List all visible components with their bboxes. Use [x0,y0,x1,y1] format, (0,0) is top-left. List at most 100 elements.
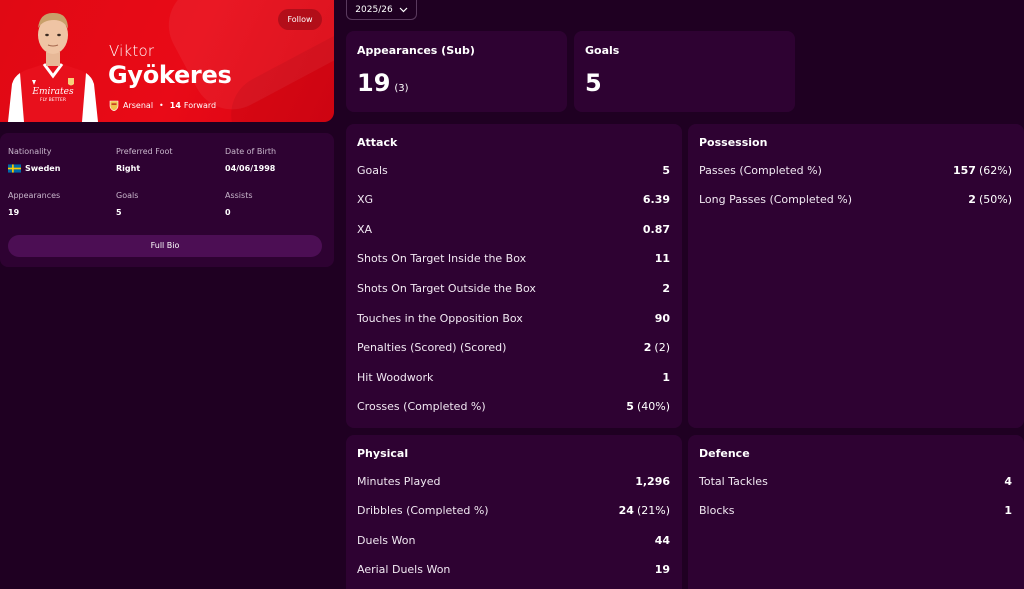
stat-value: 0.87 [643,223,670,236]
player-position: Forward [183,101,217,110]
club-name[interactable]: Arsenal [123,101,153,110]
attack-card: Attack Goals 5 XG 6.39 XA 0.87 Shots On Target… [346,124,682,428]
stat-value: 24 (21%) [619,504,670,517]
stat-name: Passes (Completed %) [699,163,822,177]
stat-name: Total Tackles [699,474,768,488]
attack-stat-row: Goals 5 [357,163,670,177]
stat-value: 90 [655,312,670,325]
attack-stat-row: Crosses (Completed %) 5 (40%) [357,400,670,414]
stat-value-main: 1 [1004,504,1012,518]
club-crest-icon [109,100,119,111]
bio-appearances: Appearances 19 [8,191,60,217]
physical-card: Physical Minutes Played 1,296 Dribbles (Co… [346,435,682,589]
separator-dot: • [159,101,164,110]
stat-name: XA [357,222,373,236]
stat-name: XG [357,193,374,207]
dob-label: Date of Birth [225,147,277,156]
stat-value-main: 6.39 [642,193,670,207]
player-hero: Emirates FLY BETTER Viktor Gyökeres Arse… [0,0,334,122]
stat-value-main: 2 [643,341,652,355]
stat-name: Goals [357,163,388,177]
defence-stat-row: Blocks 1 [699,504,1012,518]
foot-value: Right [116,164,141,173]
stat-name: Crosses (Completed %) [357,400,486,414]
stat-value: 6.39 [643,193,670,206]
stat-value-main: 11 [654,252,670,266]
season-dropdown[interactable]: 2025/26 [346,0,417,20]
stat-value-main: 1 [662,370,670,384]
stat-value-main: 2 [968,193,976,207]
physical-stat-row: Dribbles (Completed %) 24 (21%) [357,504,670,518]
possession-stat-row: Passes (Completed %) 157 (62%) [699,163,1012,177]
attack-stat-row: Shots On Target Outside the Box 2 [357,281,670,295]
stat-value-extra: (2) [654,341,670,355]
goals-summary-card: Goals 5 [574,31,795,112]
goals-summary-value: 5 [585,69,602,97]
bio-foot: Preferred Foot Right [116,147,173,173]
stat-value: 19 [655,563,670,576]
nationality-text: Sweden [25,164,61,173]
stat-value-main: 1,296 [635,474,670,488]
shirt-sponsor-tagline: FLY BETTER [40,97,66,103]
stat-value-main: 24 [618,504,634,518]
physical-stat-row: Duels Won 44 [357,533,670,547]
stat-value-extra: (50%) [978,193,1012,207]
stat-value-extra: (62%) [978,163,1012,177]
stat-value: 4 [1004,475,1012,488]
goals-label: Goals [116,191,139,200]
stat-name: Duels Won [357,533,416,547]
defence-stat-row: Total Tackles 4 [699,474,1012,488]
physical-stat-row: Minutes Played 1,296 [357,474,670,488]
stat-value: 2 (50%) [968,193,1012,206]
assists-value: 0 [225,208,231,217]
defence-card: Defence Total Tackles 4 Blocks 1 [688,435,1024,589]
stat-name: Dribbles (Completed %) [357,504,489,518]
player-last-name: Gyökeres [108,61,232,89]
attack-stat-row: XG 6.39 [357,193,670,207]
stat-name: Shots On Target Outside the Box [357,281,536,295]
possession-card: Possession Passes (Completed %) 157 (62%) L… [688,124,1024,428]
sweden-flag-icon [8,164,21,173]
bio-assists: Assists 0 [225,191,253,217]
stat-value-main: 0.87 [642,222,670,236]
stat-value: 1,296 [635,475,670,488]
shirt-sponsor: Emirates [31,87,74,97]
shirt-number: 14 [169,101,181,110]
nationality-label: Nationality [8,147,52,156]
stat-value-extra: (40%) [636,400,670,414]
appearances-summary-value: 19 (3) [357,69,409,97]
stat-value: 5 [662,164,670,177]
goals-summary-label: Goals [585,44,620,57]
physical-title: Physical [357,447,409,460]
bio-dob: Date of Birth 04/06/1998 [225,147,276,173]
chevron-down-icon [399,7,408,12]
stat-value: 157 (62%) [953,164,1012,177]
stat-value-main: 2 [662,281,670,295]
goals-value: 5 [116,208,122,217]
physical-stat-row: Aerial Duels Won 19 [357,563,670,577]
stat-name: Long Passes (Completed %) [699,193,852,207]
stat-value-main: 5 [626,400,634,414]
player-first-name: Viktor [109,42,155,60]
full-bio-button[interactable]: Full Bio [8,235,322,257]
possession-title: Possession [699,136,768,149]
stat-value-main: 157 [952,163,976,177]
stat-name: Penalties (Scored) (Scored) [357,341,507,355]
foot-label: Preferred Foot [116,147,173,156]
club-info: Arsenal • 14 Forward [109,100,216,111]
bio-goals: Goals 5 [116,191,138,217]
attack-stat-row: Shots On Target Inside the Box 11 [357,252,670,266]
stat-name: Aerial Duels Won [357,563,451,577]
season-selected: 2025/26 [355,4,393,15]
assists-label: Assists [225,191,253,200]
appearances-value: 19 [8,208,20,217]
attack-title: Attack [357,136,398,149]
player-photo: Emirates FLY BETTER [8,12,98,122]
stat-value: 2 [662,282,670,295]
follow-button[interactable]: Follow [278,9,322,30]
stat-value-main: 19 [654,563,670,577]
stat-value: 44 [655,534,670,547]
nationality-value: Sweden [8,164,60,173]
attack-stat-row: XA 0.87 [357,222,670,236]
stat-value: 1 [662,371,670,384]
